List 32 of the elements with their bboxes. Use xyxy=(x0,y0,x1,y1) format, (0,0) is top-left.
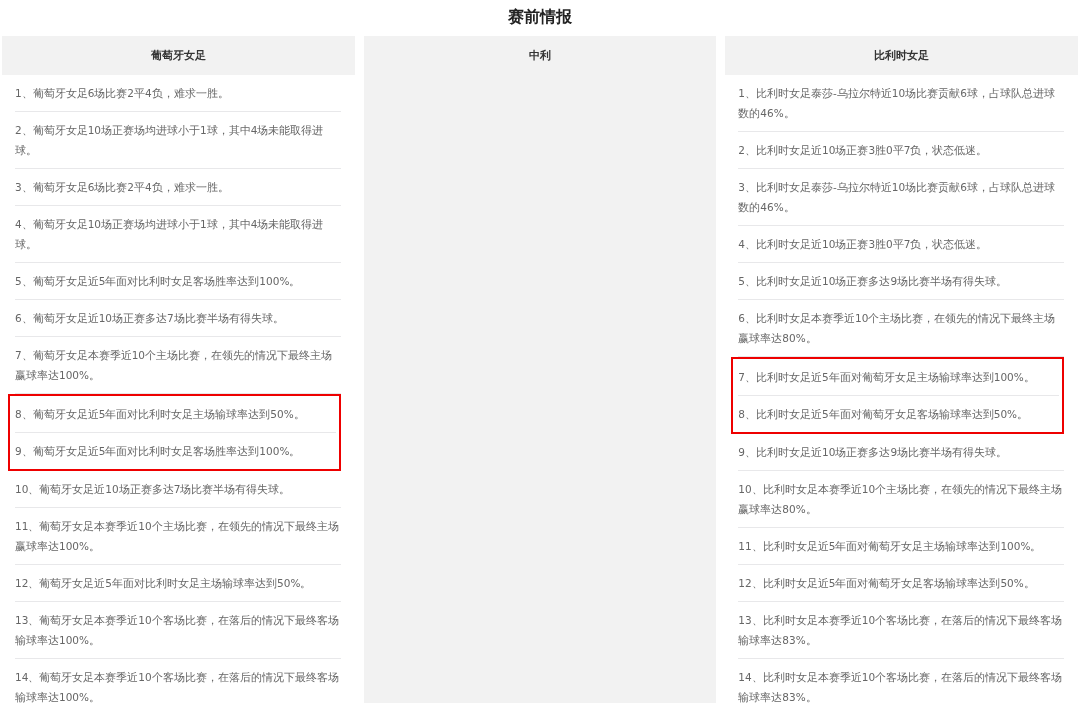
info-item: 11、比利时女足近5年面对葡萄牙女足主场输球率达到100%。 xyxy=(738,528,1064,565)
info-item: 12、葡萄牙女足近5年面对比利时女足主场输球率达到50%。 xyxy=(15,565,341,602)
info-item: 8、葡萄牙女足近5年面对比利时女足主场输球率达到50%。 xyxy=(15,396,336,433)
info-item: 2、比利时女足近10场正赛3胜0平7负，状态低迷。 xyxy=(738,132,1064,169)
info-item: 8、比利时女足近5年面对葡萄牙女足客场输球率达到50%。 xyxy=(738,407,1030,422)
info-item: 13、比利时女足本赛季近10个客场比赛，在落后的情况下最终客场输球率达83%。 xyxy=(738,602,1064,659)
info-item: 14、比利时女足本赛季近10个客场比赛，在落后的情况下最终客场输球率达83%。 xyxy=(738,670,1064,703)
info-item: 9、葡萄牙女足近5年面对比利时女足客场胜率达到100%。 xyxy=(15,444,302,459)
info-item: 12、比利时女足近5年面对葡萄牙女足客场输球率达到50%。 xyxy=(738,565,1064,602)
info-item: 6、比利时女足本赛季近10个主场比赛，在领先的情况下最终主场赢球率达80%。 xyxy=(738,300,1064,357)
info-item: 14、葡萄牙女足本赛季近10个客场比赛，在落后的情况下最终客场输球率达100%。 xyxy=(15,670,340,703)
info-item: 11、葡萄牙女足本赛季近10个主场比赛，在领先的情况下最终主场赢球率达100%。 xyxy=(15,508,341,565)
column-header: 葡萄牙女足 xyxy=(2,36,355,75)
info-item: 7、葡萄牙女足本赛季近10个主场比赛，在领先的情况下最终主场赢球率达100%。 xyxy=(15,337,341,394)
info-item: 13、葡萄牙女足本赛季近10个客场比赛，在落后的情况下最终客场输球率达100%。 xyxy=(15,602,341,659)
column-header: 比利时女足 xyxy=(725,36,1078,75)
info-item: 10、比利时女足本赛季近10个主场比赛，在领先的情况下最终主场赢球率达80%。 xyxy=(738,471,1064,528)
info-item: 10、葡萄牙女足近10场正赛多达7场比赛半场有得失球。 xyxy=(15,471,341,508)
info-item: 3、葡萄牙女足6场比赛2平4负，难求一胜。 xyxy=(15,169,341,206)
info-item: 1、比利时女足泰莎-乌拉尔特近10场比赛贡献6球，占球队总进球数的46%。 xyxy=(738,75,1064,132)
info-item: 3、比利时女足泰莎-乌拉尔特近10场比赛贡献6球，占球队总进球数的46%。 xyxy=(738,169,1064,226)
info-item: 5、比利时女足近10场正赛多达9场比赛半场有得失球。 xyxy=(738,263,1064,300)
info-item: 6、葡萄牙女足近10场正赛多达7场比赛半场有得失球。 xyxy=(15,300,341,337)
info-item: 9、比利时女足近10场正赛多达9场比赛半场有得失球。 xyxy=(738,434,1064,471)
info-item: 5、葡萄牙女足近5年面对比利时女足客场胜率达到100%。 xyxy=(15,263,341,300)
info-item: 4、比利时女足近10场正赛3胜0平7负，状态低迷。 xyxy=(738,226,1064,263)
info-item: 7、比利时女足近5年面对葡萄牙女足主场输球率达到100%。 xyxy=(738,359,1059,396)
page-title: 赛前情报 xyxy=(507,6,573,28)
column-header: 中利 xyxy=(363,36,717,75)
info-item: 2、葡萄牙女足10场正赛场均进球小于1球，其中4场未能取得进球。 xyxy=(15,112,341,169)
info-item: 1、葡萄牙女足6场比赛2平4负，难求一胜。 xyxy=(15,75,341,112)
info-item: 4、葡萄牙女足10场正赛场均进球小于1球，其中4场未能取得进球。 xyxy=(15,206,341,263)
